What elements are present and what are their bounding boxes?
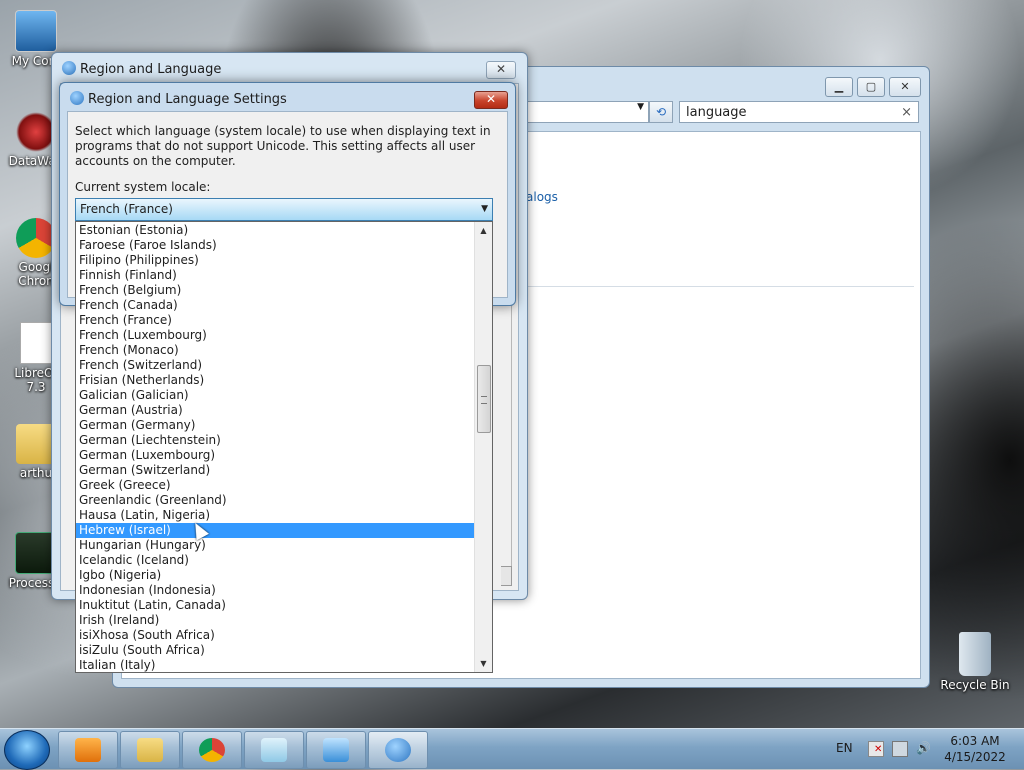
desktop-icon-label: Recycle Bin	[940, 678, 1010, 692]
link-fragment[interactable]: alogs	[526, 190, 558, 204]
locale-option[interactable]: Faroese (Faroe Islands)	[76, 238, 476, 253]
locale-option[interactable]: German (Switzerland)	[76, 463, 476, 478]
taskbar-notepad[interactable]	[244, 731, 304, 769]
document-icon	[20, 322, 52, 364]
vertical-scrollbar[interactable]: ▲ ▼	[474, 222, 492, 672]
locale-option[interactable]: Hausa (Latin, Nigeria)	[76, 508, 476, 523]
taskbar: EN ✕ 🔊 6:03 AM 4/15/2022	[0, 728, 1024, 770]
locale-option[interactable]: French (Canada)	[76, 298, 476, 313]
folder-icon	[16, 424, 56, 464]
clock-date: 4/15/2022	[944, 750, 1006, 764]
locale-option[interactable]: German (Austria)	[76, 403, 476, 418]
locale-option[interactable]: Galician (Galician)	[76, 388, 476, 403]
scroll-down-icon[interactable]: ▼	[475, 655, 492, 672]
locale-option[interactable]: French (France)	[76, 313, 476, 328]
volume-icon[interactable]: 🔊	[916, 741, 931, 755]
apply-button[interactable]	[501, 566, 512, 586]
divider	[522, 286, 914, 287]
taskbar-explorer[interactable]	[120, 731, 180, 769]
chevron-down-icon: ▼	[637, 102, 644, 112]
action-center-icon[interactable]: ✕	[868, 741, 884, 757]
locale-option[interactable]: German (Germany)	[76, 418, 476, 433]
locale-dropdown-list[interactable]: Estonian (Estonia) Faroese (Faroe Islands…	[75, 221, 493, 673]
refresh-button[interactable]: ⟲	[649, 101, 673, 123]
locale-option[interactable]: Italian (Italy)	[76, 658, 476, 672]
start-button[interactable]	[4, 730, 50, 770]
chevron-down-icon: ▼	[481, 204, 488, 214]
close-button[interactable]: ✕	[889, 77, 921, 97]
locale-option[interactable]: Finnish (Finland)	[76, 268, 476, 283]
media-player-icon	[75, 738, 101, 762]
locale-option[interactable]: Irish (Ireland)	[76, 613, 476, 628]
system-locale-select[interactable]: French (France) ▼	[75, 198, 493, 221]
locale-option[interactable]: French (Belgium)	[76, 283, 476, 298]
notepad-icon	[261, 738, 287, 762]
locale-description: Select which language (system locale) to…	[75, 124, 491, 168]
locale-option[interactable]: Greenlandic (Greenland)	[76, 493, 476, 508]
locale-option[interactable]: isiZulu (South Africa)	[76, 643, 476, 658]
control-panel-icon	[323, 738, 349, 762]
locale-option[interactable]: isiXhosa (South Africa)	[76, 628, 476, 643]
locale-option[interactable]: Hebrew (Israel)	[76, 523, 476, 538]
folder-icon	[137, 738, 163, 762]
scroll-up-icon[interactable]: ▲	[475, 222, 492, 239]
refresh-icon: ⟲	[655, 105, 667, 119]
datawag-icon	[16, 112, 56, 152]
locale-label: Current system locale:	[75, 180, 211, 194]
taskbar-control-panel[interactable]	[306, 731, 366, 769]
maximize-button[interactable]: ▢	[857, 77, 885, 97]
minimize-button[interactable]: ▁	[825, 77, 853, 97]
network-icon[interactable]	[892, 741, 908, 757]
locale-option[interactable]: Estonian (Estonia)	[76, 223, 476, 238]
locale-option[interactable]: Hungarian (Hungary)	[76, 538, 476, 553]
clock[interactable]: 6:03 AM 4/15/2022	[940, 733, 1010, 765]
globe-icon	[385, 738, 411, 762]
desktop-icon-recycle-bin[interactable]: Recycle Bin	[938, 632, 1012, 692]
locale-option[interactable]: Indonesian (Indonesia)	[76, 583, 476, 598]
locale-option[interactable]: Icelandic (Iceland)	[76, 553, 476, 568]
chrome-icon	[199, 738, 225, 762]
locale-option[interactable]: French (Monaco)	[76, 343, 476, 358]
dialog-title: Region and Language Settings	[88, 92, 287, 107]
dialog-title: Region and Language	[80, 62, 222, 77]
locale-option[interactable]: Inuktitut (Latin, Canada)	[76, 598, 476, 613]
taskbar-chrome[interactable]	[182, 731, 242, 769]
globe-icon	[70, 91, 84, 105]
taskbar-media-player[interactable]	[58, 731, 118, 769]
group-box	[501, 304, 512, 586]
locale-option[interactable]: French (Luxembourg)	[76, 328, 476, 343]
selected-locale: French (France)	[80, 202, 173, 216]
locale-option[interactable]: Igbo (Nigeria)	[76, 568, 476, 583]
locale-option[interactable]: German (Luxembourg)	[76, 448, 476, 463]
clear-search-icon[interactable]: ×	[901, 102, 912, 124]
locale-option[interactable]: French (Switzerland)	[76, 358, 476, 373]
computer-icon	[15, 10, 57, 52]
globe-icon	[62, 61, 76, 75]
chrome-icon	[16, 218, 56, 258]
recycle-bin-icon	[959, 632, 991, 676]
scrollbar-thumb[interactable]	[477, 365, 491, 433]
clock-time: 6:03 AM	[950, 734, 1000, 748]
locale-option[interactable]: Greek (Greece)	[76, 478, 476, 493]
grip-icon	[481, 396, 487, 404]
close-button[interactable]: ✕	[486, 61, 516, 79]
search-input[interactable]: language ×	[679, 101, 919, 123]
close-button[interactable]: ✕	[474, 91, 508, 109]
language-indicator[interactable]: EN	[836, 741, 853, 755]
taskbar-region-language[interactable]	[368, 731, 428, 769]
locale-option[interactable]: German (Liechtenstein)	[76, 433, 476, 448]
locale-option[interactable]: Filipino (Philippines)	[76, 253, 476, 268]
locale-option[interactable]: Frisian (Netherlands)	[76, 373, 476, 388]
